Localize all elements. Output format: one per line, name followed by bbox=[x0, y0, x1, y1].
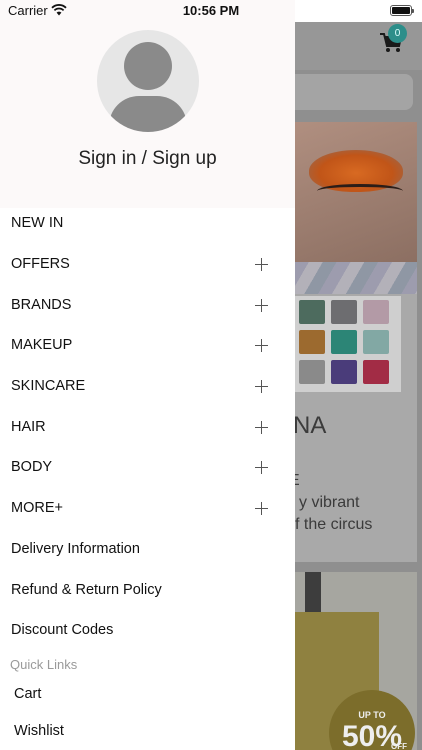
sale-banner: UP TO 50% OFF bbox=[295, 572, 417, 750]
menu-item-more[interactable]: MORE+ bbox=[0, 489, 295, 529]
menu-item-skincare[interactable]: SKINCARE bbox=[0, 367, 295, 407]
menu-item-label: MAKEUP bbox=[11, 337, 73, 353]
menu-item-label: BODY bbox=[11, 459, 53, 475]
menu-item-hair[interactable]: HAIR bbox=[0, 408, 295, 448]
menu-item-label: Refund & Return Policy bbox=[11, 582, 162, 598]
menu-item-discount-codes[interactable]: Discount Codes bbox=[0, 611, 295, 651]
quick-link-wishlist[interactable]: Wishlist bbox=[14, 723, 64, 739]
expand-plus-icon[interactable] bbox=[255, 339, 268, 352]
menu-item-brands[interactable]: BRANDS bbox=[0, 286, 295, 326]
menu-item-label: OFFERS bbox=[11, 256, 70, 272]
sign-in-sign-up-link[interactable]: Sign in / Sign up bbox=[0, 148, 295, 170]
menu-item-label: MORE+ bbox=[11, 500, 63, 516]
clock: 10:56 PM bbox=[182, 3, 240, 18]
menu-item-makeup[interactable]: MAKEUP bbox=[0, 326, 295, 366]
expand-plus-icon[interactable] bbox=[255, 299, 268, 312]
expand-plus-icon[interactable] bbox=[255, 461, 268, 474]
battery-icon bbox=[390, 5, 414, 16]
menu-item-label: Discount Codes bbox=[11, 622, 114, 638]
eye-makeup-image bbox=[295, 122, 417, 262]
expand-plus-icon[interactable] bbox=[255, 380, 268, 393]
menu-item-refund-return-policy[interactable]: Refund & Return Policy bbox=[0, 571, 295, 611]
eyeshadow-palette-image bbox=[295, 296, 401, 392]
quick-links-heading: Quick Links bbox=[10, 657, 78, 672]
menu-item-body[interactable]: BODY bbox=[0, 448, 295, 488]
menu-item-label: NEW IN bbox=[11, 215, 64, 231]
background-app-overlay[interactable]: 0 NA E y vibrant f the circus bbox=[295, 22, 422, 750]
avatar-placeholder-icon[interactable] bbox=[97, 30, 199, 132]
expand-plus-icon[interactable] bbox=[255, 421, 268, 434]
profile-header[interactable]: Sign in / Sign up bbox=[0, 0, 295, 208]
status-bar: Carrier 10:56 PM bbox=[0, 0, 422, 22]
menu-item-delivery-information[interactable]: Delivery Information bbox=[0, 530, 295, 570]
product-bottle-image bbox=[305, 572, 321, 612]
background-search-bar bbox=[295, 74, 413, 110]
expand-plus-icon[interactable] bbox=[255, 502, 268, 515]
background-header: 0 bbox=[295, 22, 422, 70]
expand-plus-icon[interactable] bbox=[255, 258, 268, 271]
cart-count-badge: 0 bbox=[388, 24, 407, 43]
navigation-drawer: Sign in / Sign up NEW IN OFFERS BRANDS M… bbox=[0, 0, 295, 750]
palette-lid-image bbox=[295, 262, 417, 294]
menu-item-label: HAIR bbox=[11, 419, 46, 435]
menu-item-label: SKINCARE bbox=[11, 378, 86, 394]
promo-banner: NA E y vibrant f the circus bbox=[295, 122, 417, 562]
menu-item-offers[interactable]: OFFERS bbox=[0, 245, 295, 285]
menu-item-new-in[interactable]: NEW IN bbox=[0, 204, 295, 244]
quick-link-cart[interactable]: Cart bbox=[14, 686, 41, 702]
menu-item-label: BRANDS bbox=[11, 297, 72, 313]
menu-item-label: Delivery Information bbox=[11, 541, 140, 557]
